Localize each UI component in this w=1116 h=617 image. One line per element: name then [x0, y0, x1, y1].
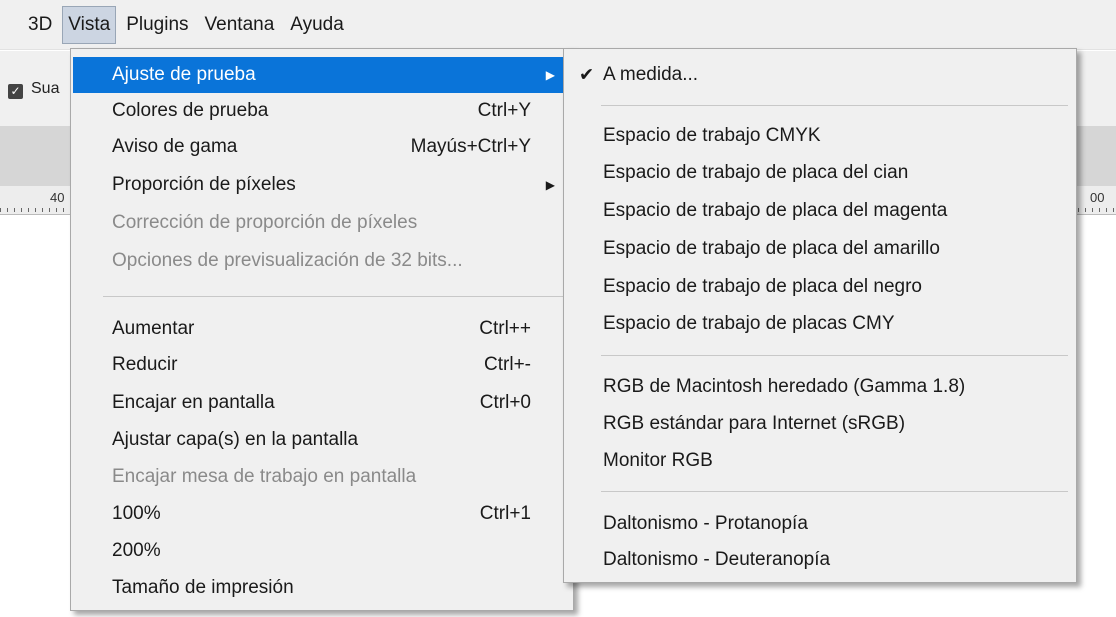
submenu-arrow-icon: ▶: [545, 68, 555, 82]
menu-item-label: Ajuste de prueba: [112, 64, 256, 85]
submenu-item-srgb[interactable]: RGB estándar para Internet (sRGB): [566, 406, 1074, 442]
submenu-item-label: Daltonismo - Protanopía: [603, 513, 808, 534]
submenu-arrow-icon: ▶: [545, 178, 555, 192]
menu-item-opciones-32-bits: Opciones de previsualización de 32 bits.…: [73, 243, 571, 279]
menu-item-200[interactable]: 200%: [73, 533, 571, 569]
menu-item-label: Encajar en pantalla: [112, 392, 275, 413]
menu-item-aumentar[interactable]: Aumentar Ctrl++: [73, 311, 571, 347]
menu-item-shortcut: Ctrl+-: [484, 354, 531, 375]
menu-item-tamano-de-impresion[interactable]: Tamaño de impresión: [73, 570, 571, 606]
ruler-number-right: 00: [1090, 190, 1105, 205]
submenu-item-label: Espacio de trabajo de placa del amarillo: [603, 238, 940, 259]
menu-item-label: Colores de prueba: [112, 100, 269, 121]
menu-item-100[interactable]: 100% Ctrl+1: [73, 496, 571, 532]
submenu-separator: [601, 491, 1068, 492]
submenu-item-label: Espacio de trabajo de placa del negro: [603, 276, 923, 297]
submenu-item-label: Espacio de trabajo CMYK: [603, 125, 821, 146]
menu-item-encajar-mesa-de-trabajo: Encajar mesa de trabajo en pantalla: [73, 459, 571, 495]
menu-bar: 3D Vista Plugins Ventana Ayuda: [0, 0, 1116, 50]
submenu-item-protanopia[interactable]: Daltonismo - Protanopía: [566, 506, 1074, 542]
menu-item-label: Aviso de gama: [112, 136, 238, 157]
submenu-separator: [601, 355, 1068, 356]
submenu-item-deuteranopia[interactable]: Daltonismo - Deuteranopía: [566, 542, 1074, 578]
menu-item-shortcut: Ctrl+1: [479, 503, 531, 524]
menu-item-correccion-de-proporcion: Corrección de proporción de píxeles: [73, 205, 571, 241]
menu-item-aviso-de-gama[interactable]: Aviso de gama Mayús+Ctrl+Y: [73, 129, 571, 165]
menu-item-shortcut: Ctrl+0: [479, 392, 531, 413]
menu-item-proporcion-de-pixeles[interactable]: Proporción de píxeles ▶: [73, 167, 571, 203]
ajuste-de-prueba-submenu: ✔ A medida... Espacio de trabajo CMYK Es…: [563, 48, 1077, 583]
submenu-separator: [601, 105, 1068, 106]
submenu-item-placa-magenta[interactable]: Espacio de trabajo de placa del magenta: [566, 193, 1074, 229]
submenu-item-placa-negro[interactable]: Espacio de trabajo de placa del negro: [566, 269, 1074, 305]
menu-item-colores-de-prueba[interactable]: Colores de prueba Ctrl+Y: [73, 93, 571, 129]
menu-item-label: Ajustar capa(s) en la pantalla: [112, 429, 359, 450]
menu-plugins[interactable]: Plugins: [120, 6, 194, 44]
submenu-item-cmyk[interactable]: Espacio de trabajo CMYK: [566, 118, 1074, 154]
menu-separator: [103, 296, 571, 297]
menu-item-label: Corrección de proporción de píxeles: [112, 212, 418, 233]
menu-item-shortcut: Mayús+Ctrl+Y: [410, 136, 531, 157]
menu-item-label: Opciones de previsualización de 32 bits.…: [112, 250, 463, 271]
vista-menu: Ajuste de prueba ▶ Colores de prueba Ctr…: [70, 48, 574, 611]
submenu-item-label: A medida...: [603, 64, 699, 85]
submenu-item-label: RGB estándar para Internet (sRGB): [603, 413, 906, 434]
options-bar-label: Sua: [31, 80, 60, 97]
menu-3d[interactable]: 3D: [22, 6, 58, 44]
menu-item-label: 200%: [112, 540, 161, 561]
submenu-item-label: RGB de Macintosh heredado (Gamma 1.8): [603, 376, 966, 397]
checkmark-icon: ✔: [579, 64, 595, 85]
submenu-item-rgb-macintosh[interactable]: RGB de Macintosh heredado (Gamma 1.8): [566, 369, 1074, 405]
menu-item-reducir[interactable]: Reducir Ctrl+-: [73, 347, 571, 383]
submenu-item-a-medida[interactable]: ✔ A medida...: [566, 57, 1074, 93]
menu-vista[interactable]: Vista: [62, 5, 117, 44]
menu-ventana[interactable]: Ventana: [199, 6, 281, 44]
menu-item-label: 100%: [112, 503, 161, 524]
menu-item-shortcut: Ctrl+Y: [477, 100, 531, 121]
menu-item-label: Reducir: [112, 354, 178, 375]
submenu-item-monitor-rgb[interactable]: Monitor RGB: [566, 443, 1074, 479]
submenu-item-placa-cian[interactable]: Espacio de trabajo de placa del cian: [566, 155, 1074, 191]
menu-item-ajustar-capas[interactable]: Ajustar capa(s) en la pantalla: [73, 422, 571, 458]
menu-item-label: Aumentar: [112, 318, 195, 339]
menu-item-label: Tamaño de impresión: [112, 577, 294, 598]
submenu-item-label: Espacio de trabajo de placas CMY: [603, 313, 895, 334]
checkbox-icon[interactable]: ✓: [8, 84, 23, 99]
submenu-item-placas-cmy[interactable]: Espacio de trabajo de placas CMY: [566, 306, 1074, 342]
submenu-item-label: Espacio de trabajo de placa del magenta: [603, 200, 948, 221]
menu-ayuda[interactable]: Ayuda: [284, 6, 350, 44]
submenu-item-placa-amarillo[interactable]: Espacio de trabajo de placa del amarillo: [566, 231, 1074, 267]
menu-item-label: Proporción de píxeles: [112, 174, 296, 195]
menu-item-ajuste-de-prueba[interactable]: Ajuste de prueba ▶: [73, 57, 571, 93]
menu-item-encajar-en-pantalla[interactable]: Encajar en pantalla Ctrl+0: [73, 385, 571, 421]
submenu-item-label: Monitor RGB: [603, 450, 713, 471]
submenu-item-label: Daltonismo - Deuteranopía: [603, 549, 831, 570]
menu-item-shortcut: Ctrl++: [479, 318, 531, 339]
menu-item-label: Encajar mesa de trabajo en pantalla: [112, 466, 417, 487]
submenu-item-label: Espacio de trabajo de placa del cian: [603, 162, 909, 183]
ruler-number-left: 40: [50, 190, 65, 205]
